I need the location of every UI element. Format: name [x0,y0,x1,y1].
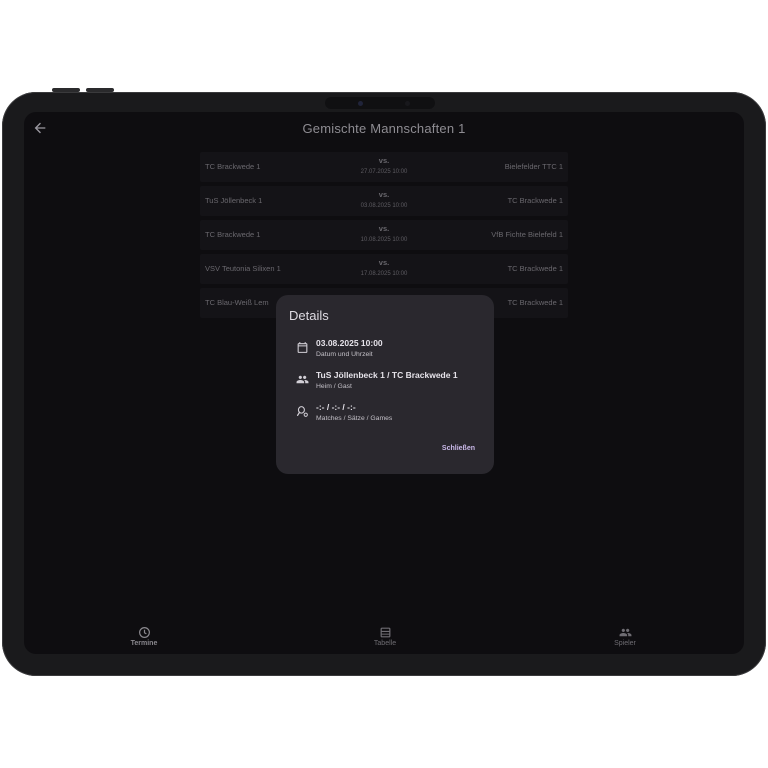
bottom-navigation: Termine Tabelle Spieler [24,620,744,654]
close-button[interactable]: Schließen [442,445,475,452]
guest-team: VfB Fichte Bielefeld 1 [491,230,563,239]
detail-main: TuS Jöllenbeck 1 / TC Brackwede 1 [316,370,458,380]
detail-sub: Datum und Uhrzeit [316,351,373,358]
match-row[interactable]: TuS Jöllenbeck 1 vs. 03.08.2025 10:00 TC… [200,186,568,216]
match-row[interactable]: VSV Teutonia Silixen 1 vs. 17.08.2025 10… [200,254,568,284]
match-row[interactable]: TC Brackwede 1 vs. 27.07.2025 10:00 Biel… [200,152,568,182]
guest-team: TC Brackwede 1 [507,264,563,273]
match-date: 10.08.2025 10:00 [360,237,408,243]
dialog-title: Details [289,308,329,323]
home-team: TuS Jöllenbeck 1 [205,196,263,205]
people-icon [296,373,309,386]
vs-label: vs. [378,190,390,199]
home-team: TC Blau-Weiß Lem [205,298,269,307]
nav-label: Spieler [614,640,636,647]
home-team: VSV Teutonia Silixen 1 [205,264,281,273]
people-icon [619,628,631,637]
nav-spieler[interactable]: Spieler [585,626,665,647]
nav-termine[interactable]: Termine [104,626,184,647]
table-icon [380,627,390,638]
nav-label: Tabelle [373,640,397,647]
match-row[interactable]: TC Brackwede 1 vs. 10.08.2025 10:00 VfB … [200,220,568,250]
detail-sub: Heim / Gast [316,383,352,390]
match-date: 03.08.2025 10:00 [360,203,408,209]
tennis-racket-icon [296,405,309,418]
nav-tabelle[interactable]: Tabelle [345,626,425,647]
top-app-bar: Gemischte Mannschaften 1 [24,112,744,148]
match-date: 17.08.2025 10:00 [360,271,408,277]
guest-team: Bielefelder TTC 1 [504,162,563,171]
detail-main: -:- / -:- / -:- [316,402,356,412]
detail-sub: Matches / Sätze / Games [316,415,393,422]
camera-icon [358,101,363,106]
guest-team: TC Brackwede 1 [507,196,563,205]
sensor-icon [405,101,410,106]
page-title: Gemischte Mannschaften 1 [302,121,466,136]
guest-team: TC Brackwede 1 [507,298,563,307]
vs-label: vs. [378,224,390,233]
home-team: TC Brackwede 1 [205,162,261,171]
details-dialog: Details 03.08.2025 10:00 Datum und Uhrze… [276,295,494,474]
vs-label: vs. [378,258,390,267]
nav-label: Termine [130,640,158,647]
vs-label: vs. [378,156,390,165]
match-date: 27.07.2025 10:00 [360,169,408,175]
detail-main: 03.08.2025 10:00 [316,338,383,348]
calendar-icon [296,341,309,354]
camera-bar [325,97,435,109]
clock-icon [138,627,150,638]
home-team: TC Brackwede 1 [205,230,261,239]
